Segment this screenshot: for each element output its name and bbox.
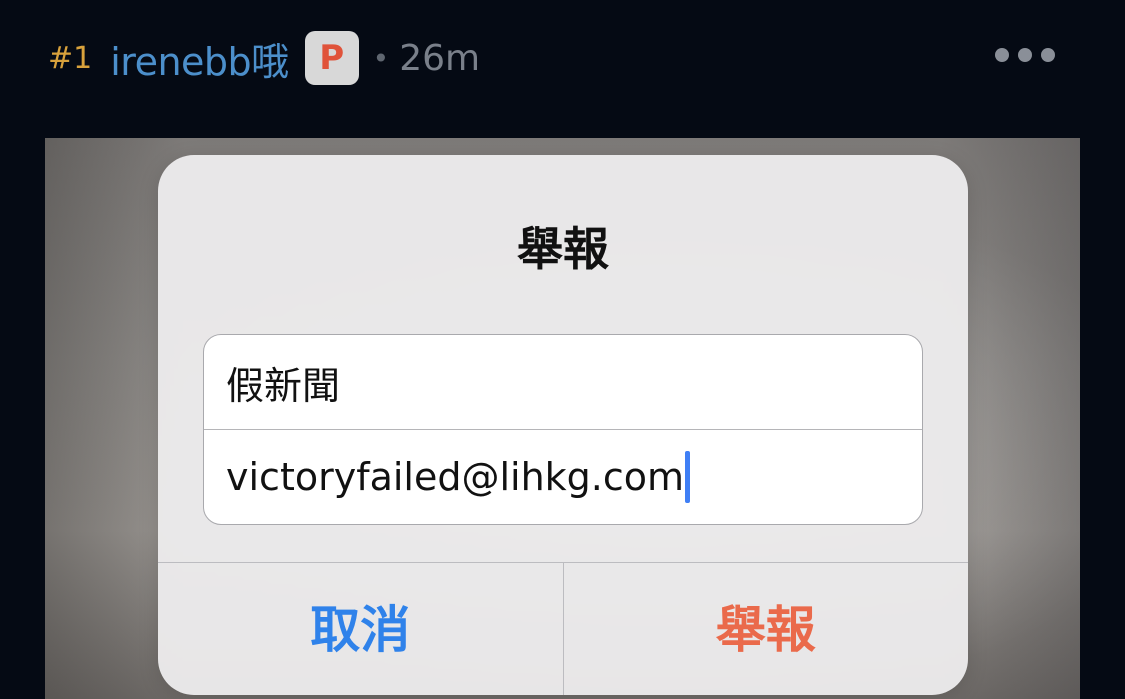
more-options-icon[interactable] <box>995 48 1055 62</box>
thread-page: #1 irenebb哦 P • 26m 舉報 假新聞 victoryfailed… <box>0 0 1125 699</box>
separator-dot: • <box>372 41 390 75</box>
email-field[interactable]: victoryfailed@lihkg.com <box>204 429 922 523</box>
email-value: victoryfailed@lihkg.com <box>226 454 685 499</box>
report-reason-field[interactable]: 假新聞 <box>204 335 922 429</box>
more-dot <box>995 48 1009 62</box>
alert-title: 舉報 <box>517 222 609 276</box>
report-alert-dialog: 舉報 假新聞 victoryfailed@lihkg.com 取消 舉報 <box>158 155 968 695</box>
alert-field-group: 假新聞 victoryfailed@lihkg.com <box>203 334 923 525</box>
more-dot <box>1018 48 1032 62</box>
text-cursor <box>685 450 691 503</box>
post-time: 26m <box>399 37 481 79</box>
post-number: #1 <box>48 40 93 76</box>
username-link[interactable]: irenebb哦 <box>110 31 289 86</box>
more-dot <box>1041 48 1055 62</box>
report-reason-value: 假新聞 <box>226 363 341 408</box>
cancel-button[interactable]: 取消 <box>158 563 563 695</box>
report-button[interactable]: 舉報 <box>562 563 969 695</box>
alert-actions: 取消 舉報 <box>158 562 968 695</box>
post-header: #1 irenebb哦 P • 26m <box>48 30 480 86</box>
user-badge: P <box>304 31 359 85</box>
